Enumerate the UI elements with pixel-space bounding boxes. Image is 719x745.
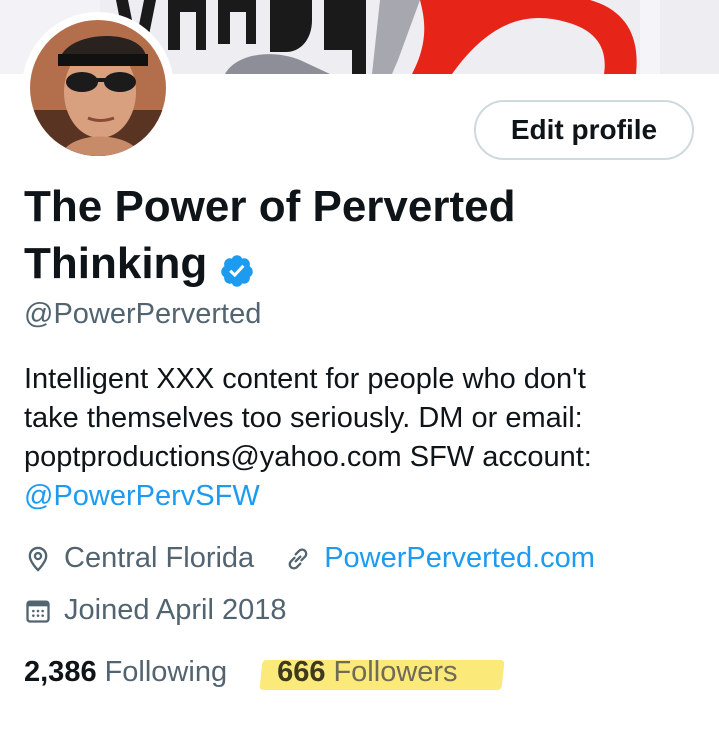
following-stat[interactable]: 2,386 Following [24,656,227,689]
avatar-photo [30,20,166,156]
profile-stats: 2,386 Following 666 Followers [24,656,505,690]
joined-text: Joined April 2018 [64,594,287,626]
edit-profile-button[interactable]: Edit profile [474,100,694,160]
profile-avatar[interactable] [22,12,174,164]
followers-count: 666 [277,656,326,688]
joined-row: Joined April 2018 [24,594,287,627]
profile-display-name: The Power of Perverted Thinking [24,178,584,292]
location-pin-icon [24,545,52,573]
followers-stat[interactable]: 666 Followers [259,656,505,690]
following-label: Following [104,656,228,688]
followers-label: Followers [333,656,458,688]
profile-bio: Intelligent XXX content for people who d… [24,360,704,516]
location-item: Central Florida [24,542,254,575]
bio-mention-link[interactable]: @PowerPervSFW [24,477,704,516]
verified-badge-icon[interactable] [219,246,255,287]
edit-profile-label: Edit profile [510,114,658,145]
profile-handle: @PowerPerverted [24,298,262,330]
link-icon [284,545,312,573]
profile-page: Edit profile The Power of Perverted Thin… [0,0,719,745]
website-item[interactable]: PowerPerverted.com [284,542,595,575]
display-name-line2: Thinking [24,239,208,288]
website-link[interactable]: PowerPerverted.com [324,542,595,575]
calendar-icon [24,597,52,625]
bio-line-3: poptproductions@yahoo.com SFW account: [24,441,592,473]
joined-item: Joined April 2018 [24,594,287,627]
location-text: Central Florida [64,542,255,574]
display-name-line1: The Power of Perverted [24,182,516,231]
bio-line-1: Intelligent XXX content for people who d… [24,363,586,395]
profile-meta-row: Central Florida PowerPerverted.com [24,542,595,575]
bio-line-2: take themselves too seriously. DM or ema… [24,402,583,434]
following-count: 2,386 [24,656,97,688]
